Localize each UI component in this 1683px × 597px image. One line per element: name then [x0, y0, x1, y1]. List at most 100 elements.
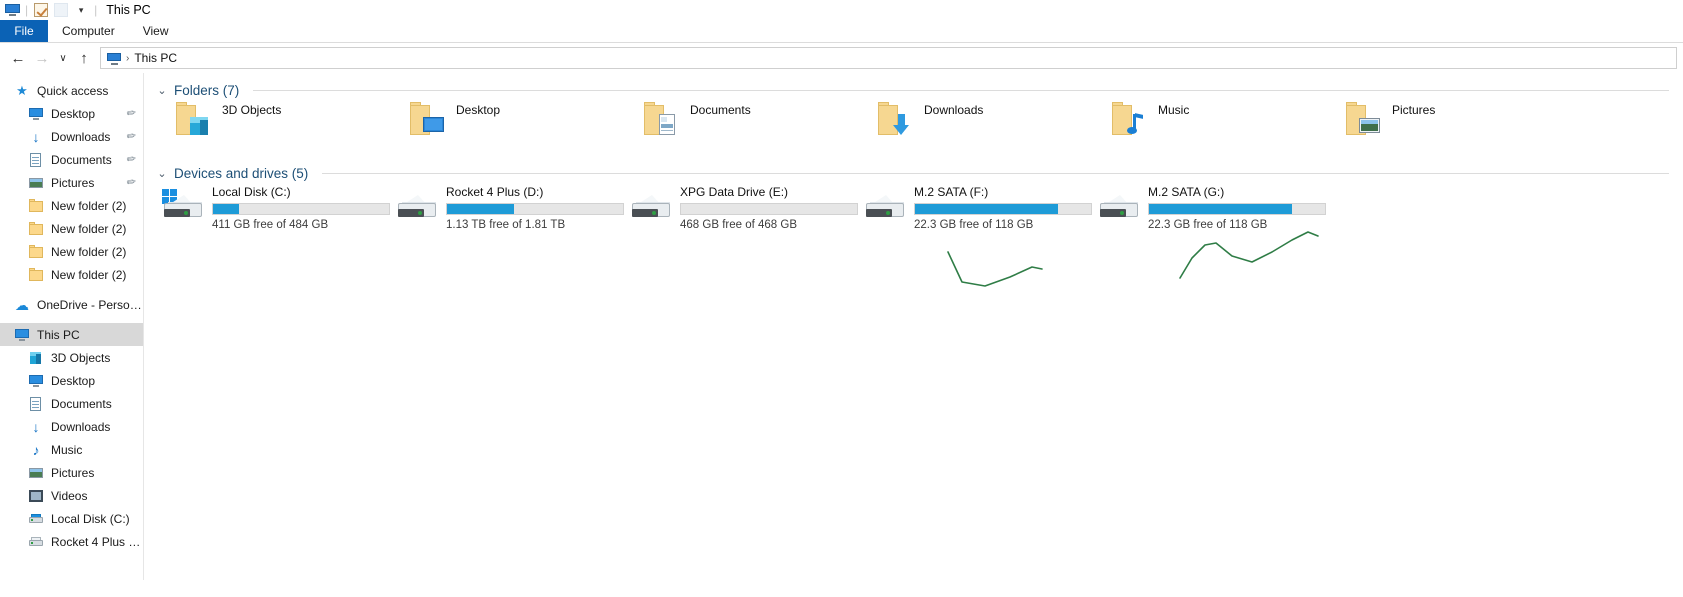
folders-collapse-chevron-icon[interactable]: ⌄: [156, 84, 168, 97]
address-bar: ← → ∨ ↑ › This PC: [0, 43, 1683, 73]
sidebar-item-3d-objects[interactable]: 3D Objects: [0, 346, 143, 369]
sidebar-item-onedrive-personal[interactable]: ☁ OneDrive - Personal: [0, 293, 143, 316]
sidebar-item-label: Music: [51, 442, 83, 457]
tab-file[interactable]: File: [0, 20, 48, 42]
folder-tile[interactable]: Music: [1088, 100, 1322, 156]
quick-access-chevron-down-icon[interactable]: ▾: [71, 1, 91, 19]
title-divider-2: |: [94, 3, 98, 17]
video-icon: [28, 488, 44, 504]
drive-icon: [628, 189, 672, 223]
sidebar-item-label: New folder (2): [51, 267, 127, 282]
sidebar-item-videos[interactable]: Videos: [0, 484, 143, 507]
folder-label: Documents: [690, 103, 751, 117]
drive-icon: [862, 189, 906, 223]
star-icon: ★: [16, 82, 28, 98]
folder-icon: [28, 244, 44, 260]
drive-tile[interactable]: Rocket 4 Plus (D:) 1.13 TB free of 1.81 T…: [386, 183, 624, 239]
breadcrumb-separator: ›: [126, 52, 130, 64]
folder-tile[interactable]: Desktop: [386, 100, 620, 156]
folder-doc-icon: [642, 100, 682, 140]
capacity-bar: [212, 203, 390, 215]
cube-icon: [28, 350, 44, 366]
drive-windows-icon: [160, 189, 204, 223]
pin-icon[interactable]: ✐: [123, 106, 138, 121]
sidebar-item-pictures[interactable]: Pictures ✐: [0, 171, 143, 194]
tab-computer[interactable]: Computer: [48, 20, 129, 42]
tab-view[interactable]: View: [129, 20, 183, 42]
sidebar-item-label: Quick access: [37, 83, 109, 98]
sidebar-item-local-disk-c[interactable]: Local Disk (C:): [0, 507, 143, 530]
ribbon-tab-bar: File Computer View: [0, 20, 1683, 43]
drive-info: M.2 SATA (G:) 22.3 GB free of 118 GB: [1148, 183, 1326, 231]
monitor-icon: [14, 327, 30, 343]
address-input[interactable]: › This PC: [100, 47, 1677, 69]
folder-icon: [28, 267, 44, 283]
sidebar-item-documents[interactable]: Documents: [0, 392, 143, 415]
sidebar-item-new-folder-2[interactable]: New folder (2): [0, 217, 143, 240]
sidebar-item-label: Documents: [51, 152, 112, 167]
folder-label: Music: [1158, 103, 1190, 117]
navigation-pane: ★ Quick access Desktop ✐ ↓ Downloads ✐ Document…: [0, 73, 144, 580]
recent-locations-button[interactable]: ∨: [54, 46, 72, 70]
folder-label: Pictures: [1392, 103, 1436, 117]
drive-name: Local Disk (C:): [212, 185, 291, 199]
quick-access-blank-icon[interactable]: [51, 1, 71, 19]
forward-button[interactable]: →: [30, 46, 54, 70]
sidebar-item-rocket-4-plus-d[interactable]: Rocket 4 Plus (D:): [0, 530, 143, 553]
sidebar-item-new-folder-2[interactable]: New folder (2): [0, 240, 143, 263]
folders-group-title: Folders (7): [174, 83, 240, 98]
folder-cube-icon: [174, 100, 214, 140]
drive-icon: [394, 189, 438, 223]
sidebar-item-pictures[interactable]: Pictures: [0, 461, 143, 484]
up-button[interactable]: ↑: [72, 46, 96, 70]
pin-icon[interactable]: ✐: [123, 129, 138, 144]
drive-tile[interactable]: M.2 SATA (G:) 22.3 GB free of 118 GB: [1088, 183, 1326, 239]
back-button[interactable]: ←: [6, 46, 30, 70]
sidebar-item-desktop[interactable]: Desktop: [0, 369, 143, 392]
sidebar-item-new-folder-2[interactable]: New folder (2): [0, 263, 143, 286]
sidebar-item-label: New folder (2): [51, 198, 127, 213]
music-icon: ♪: [32, 441, 40, 458]
folder-tile[interactable]: Pictures: [1322, 100, 1556, 156]
drive-tile[interactable]: XPG Data Drive (E:) 468 GB free of 468 GB: [620, 183, 858, 239]
capacity-bar-fill: [447, 204, 514, 214]
sidebar-item-this-pc[interactable]: This PC: [0, 323, 143, 346]
drive-tile[interactable]: Local Disk (C:) 411 GB free of 484 GB: [152, 183, 390, 239]
devices-collapse-chevron-icon[interactable]: ⌄: [156, 167, 168, 180]
group-header-folders[interactable]: ⌄ Folders (7): [152, 73, 1683, 100]
sidebar-item-quick-access[interactable]: ★ Quick access: [0, 79, 143, 102]
sidebar-item-new-folder-2[interactable]: New folder (2): [0, 194, 143, 217]
drive-name: M.2 SATA (G:): [1148, 185, 1225, 199]
download-icon: ↓: [32, 128, 40, 145]
sidebar-item-downloads[interactable]: ↓ Downloads: [0, 415, 143, 438]
sidebar-item-desktop[interactable]: Desktop ✐: [0, 102, 143, 125]
sidebar-item-downloads[interactable]: ↓ Downloads ✐: [0, 125, 143, 148]
drive-info: M.2 SATA (F:) 22.3 GB free of 118 GB: [914, 183, 1092, 231]
sidebar-item-music[interactable]: ♪ Music: [0, 438, 143, 461]
drive-tile[interactable]: M.2 SATA (F:) 22.3 GB free of 118 GB: [854, 183, 1092, 239]
devices-group-title: Devices and drives (5): [174, 166, 309, 181]
folder-photo-icon: [1344, 100, 1384, 140]
sidebar-item-label: 3D Objects: [51, 350, 111, 365]
folder-tile[interactable]: Downloads: [854, 100, 1088, 156]
capacity-bar-fill: [915, 204, 1058, 214]
window-body: ★ Quick access Desktop ✐ ↓ Downloads ✐ Document…: [0, 73, 1683, 580]
quick-access-properties-icon[interactable]: [31, 1, 51, 19]
cloud-icon: ☁: [15, 296, 29, 313]
folder-tile[interactable]: 3D Objects: [152, 100, 386, 156]
sidebar-item-label: Videos: [51, 488, 88, 503]
breadcrumb-this-pc[interactable]: This PC: [134, 51, 177, 65]
drive-free-space: 411 GB free of 484 GB: [212, 219, 329, 231]
folder-tile[interactable]: Documents: [620, 100, 854, 156]
sidebar-item-label: Downloads: [51, 129, 111, 144]
drives-row: Local Disk (C:) 411 GB free of 484 GB Rock…: [152, 183, 1683, 239]
monitor-icon: [28, 373, 44, 389]
pin-icon[interactable]: ✐: [123, 152, 138, 167]
download-icon: ↓: [32, 418, 40, 435]
group-header-devices[interactable]: ⌄ Devices and drives (5): [152, 156, 1683, 183]
sidebar-item-label: Pictures: [51, 175, 95, 190]
sidebar-item-documents[interactable]: Documents ✐: [0, 148, 143, 171]
items-view: ⌄ Folders (7) 3D Objects Desktop Documents…: [144, 73, 1683, 580]
pin-icon[interactable]: ✐: [123, 175, 138, 190]
